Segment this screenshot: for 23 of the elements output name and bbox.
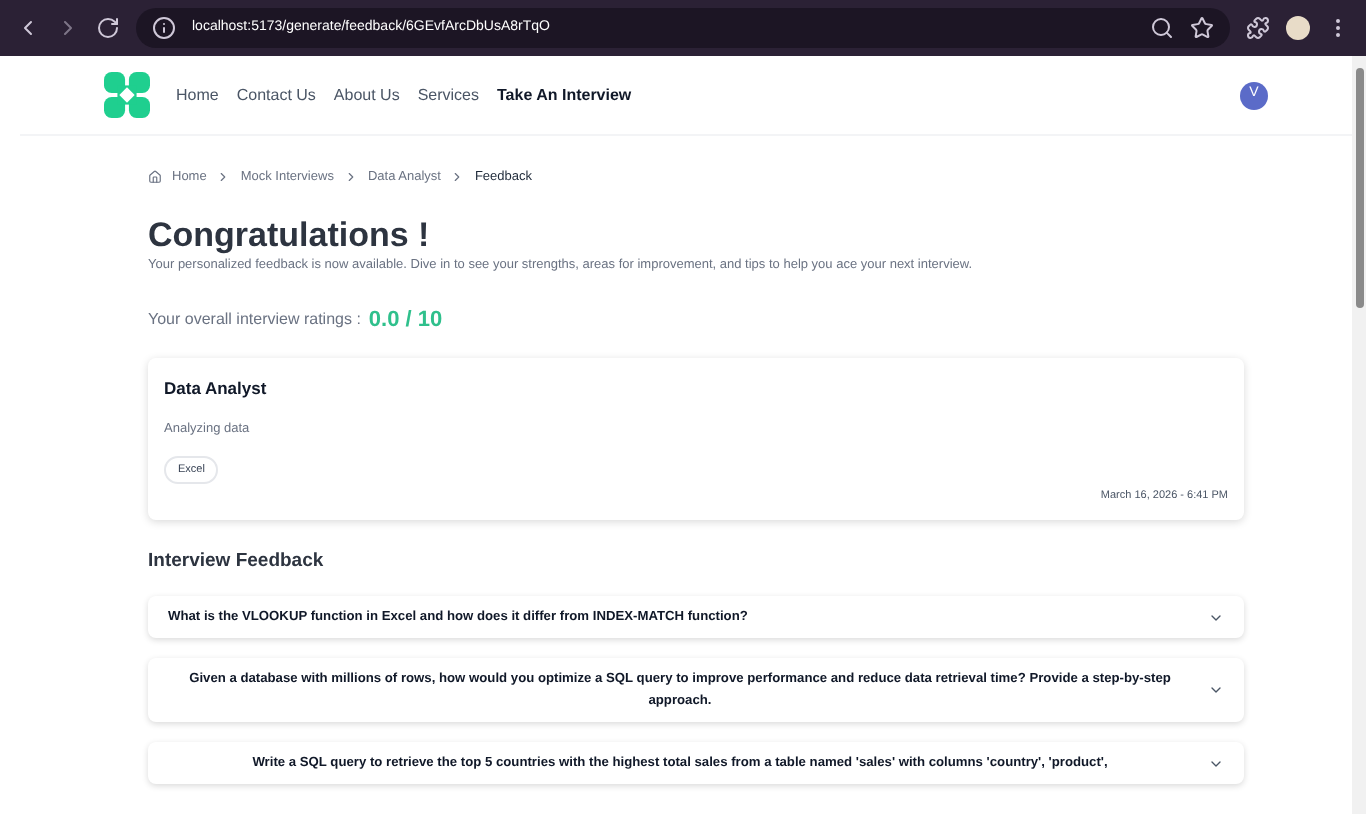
home-icon (148, 170, 162, 185)
scrollbar[interactable] (1352, 56, 1366, 814)
chevron-right-icon (216, 170, 231, 185)
site-info-icon[interactable] (152, 16, 176, 40)
nav-link[interactable]: Contact Us (236, 83, 316, 107)
nav-link[interactable]: Services (417, 83, 480, 107)
zoom-icon[interactable] (1150, 16, 1174, 40)
nav-link[interactable]: Take An Interview (497, 83, 632, 107)
page-title: Congratulations ! (148, 215, 432, 256)
profile-icon[interactable] (1286, 16, 1310, 40)
rating-value: 0.0 / 10 (368, 305, 443, 335)
chevron-right-icon (450, 170, 465, 185)
chevron-right-icon (343, 170, 358, 185)
card-title: Data Analyst (164, 376, 269, 402)
reload-icon[interactable] (96, 16, 120, 40)
logo-icon (104, 72, 150, 118)
nav-link[interactable]: Home (176, 83, 219, 107)
bookmark-star-icon[interactable] (1190, 16, 1214, 40)
rating-label: Your overall interview ratings : (148, 307, 361, 332)
section-heading: Interview Feedback (148, 548, 326, 576)
nav-link[interactable]: About Us (333, 83, 400, 107)
extensions-icon[interactable] (1246, 16, 1270, 40)
scrollbar-thumb[interactable] (1355, 68, 1363, 308)
